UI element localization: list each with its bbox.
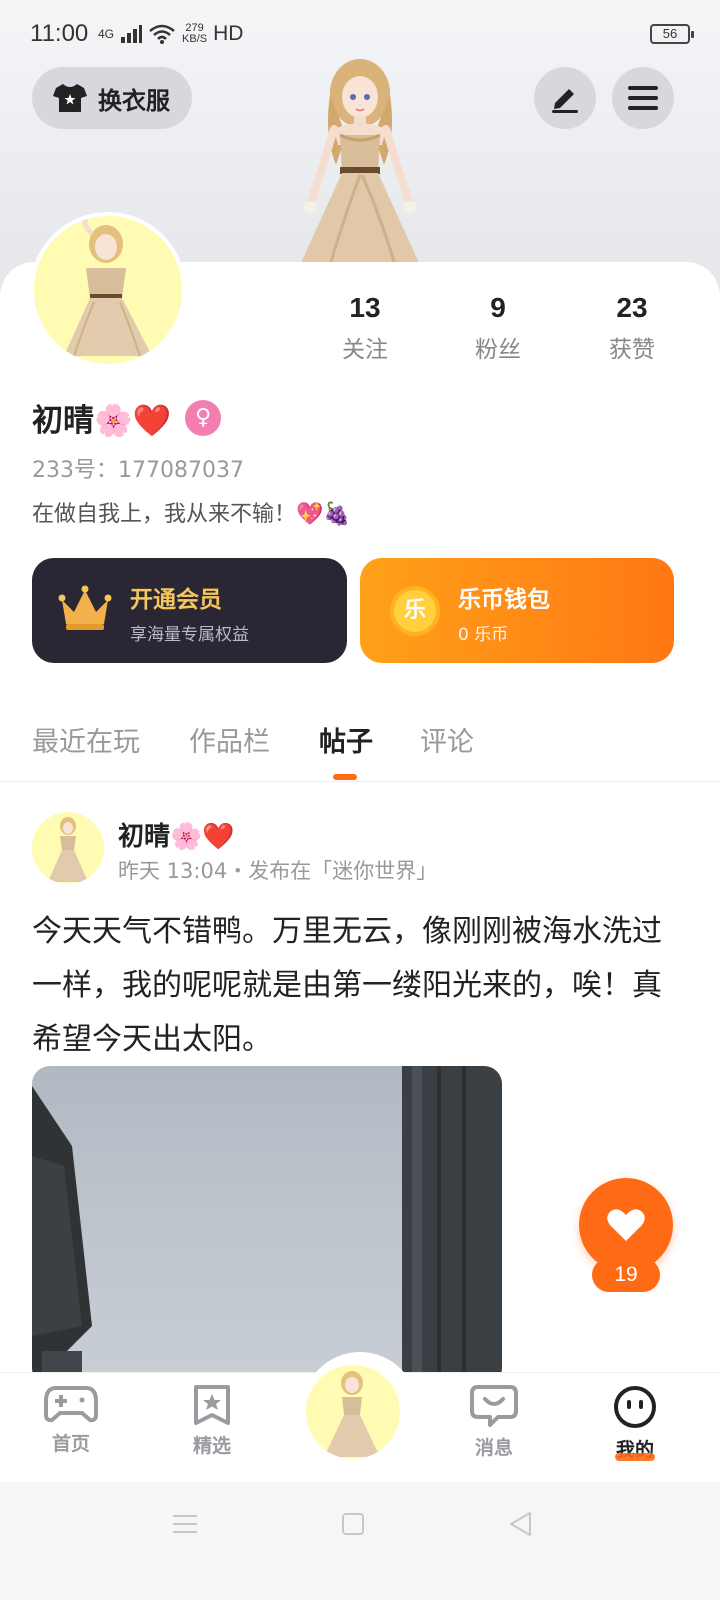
female-icon: ♀ <box>185 399 222 436</box>
face-icon <box>614 1386 656 1428</box>
wallet-subtitle: 0 乐币 <box>458 625 509 645</box>
profile-bio: 在做自我上，我从来不输！💖🍇 <box>32 502 351 527</box>
vip-subtitle: 享海量专属权益 <box>130 625 249 645</box>
post-meta: 昨天 13:04・发布在「迷你世界」 <box>118 859 438 883</box>
profile-name: 初晴🌸❤️ <box>32 403 172 439</box>
home-icon[interactable] <box>341 1512 365 1536</box>
back-icon[interactable] <box>508 1510 534 1538</box>
star-bookmark-icon <box>194 1385 230 1425</box>
menu-icon <box>628 86 658 110</box>
battery-icon: 56 <box>650 24 694 44</box>
post-image[interactable] <box>32 1066 502 1386</box>
status-bar: 11:00 4G 279 KB/S HD 56 <box>0 0 720 70</box>
menu-button[interactable] <box>612 67 674 129</box>
coin-icon: 乐 <box>390 586 440 636</box>
nav-home[interactable]: 首页 <box>26 1385 116 1456</box>
coin-wallet-card[interactable]: 乐 乐币钱包 0 乐币 <box>360 558 674 663</box>
post-author-avatar[interactable] <box>32 812 104 884</box>
profile-uid: 233号：177087037 <box>32 458 244 483</box>
stat-following-label: 关注 <box>342 337 388 363</box>
net-speed: 279 KB/S <box>182 23 207 45</box>
nav-featured-label: 精选 <box>192 1435 231 1457</box>
system-navigation-bar <box>0 1482 720 1600</box>
edit-profile-button[interactable] <box>534 67 596 129</box>
vip-membership-card[interactable]: 开通会员 享海量专属权益 <box>32 558 347 663</box>
stat-followers[interactable]: 9 粉丝 <box>443 292 553 364</box>
like-count: 19 <box>592 1258 660 1292</box>
stat-followers-label: 粉丝 <box>475 337 521 363</box>
status-icons: 4G 279 KB/S HD <box>98 22 243 46</box>
status-time: 11:00 <box>30 20 89 47</box>
tab-comments[interactable]: 评论 <box>420 720 474 759</box>
nav-active-indicator <box>615 1453 655 1461</box>
nav-avatar-button[interactable] <box>306 1365 400 1459</box>
vip-title: 开通会员 <box>130 587 222 613</box>
tab-works[interactable]: 作品栏 <box>189 720 270 759</box>
recent-apps-icon[interactable] <box>172 1512 198 1536</box>
wifi-icon <box>149 24 175 44</box>
post-content[interactable]: 今天天气不错鸭。万里无云，像刚刚被海水洗过一样，我的呢呢就是由第一缕阳光来的，唉… <box>32 905 682 1067</box>
profile-tabs: 最近在玩 作品栏 帖子 评论 <box>0 712 720 782</box>
stat-likes-label: 获赞 <box>609 337 655 363</box>
nav-messages-label: 消息 <box>474 1437 513 1459</box>
post-author-name[interactable]: 初晴🌸❤️ <box>118 816 235 853</box>
chat-bubble-icon <box>470 1385 518 1427</box>
stat-likes-count: 23 <box>616 292 648 323</box>
nav-home-label: 首页 <box>51 1433 90 1455</box>
avatar-image <box>324 1371 380 1457</box>
profile-name-row: 初晴🌸❤️ ♀ <box>32 395 222 440</box>
change-outfit-label: 换衣服 <box>98 86 170 115</box>
crown-icon <box>58 585 112 630</box>
profile-avatar[interactable] <box>30 212 186 368</box>
tab-recently-played[interactable]: 最近在玩 <box>32 720 140 759</box>
stat-followers-count: 9 <box>490 292 506 323</box>
wallet-title: 乐币钱包 <box>458 587 550 613</box>
nav-me[interactable]: 我的 <box>590 1385 680 1462</box>
nav-messages[interactable]: 消息 <box>449 1385 539 1460</box>
network-type: 4G <box>98 26 115 41</box>
shirt-icon <box>53 84 87 112</box>
stat-following-count: 13 <box>349 292 381 323</box>
hd-indicator: HD <box>213 22 244 45</box>
change-outfit-button[interactable]: 换衣服 <box>32 67 192 129</box>
avatar-image <box>64 216 152 357</box>
heart-icon <box>607 1209 645 1241</box>
stat-likes[interactable]: 23 获赞 <box>577 292 687 364</box>
stat-following[interactable]: 13 关注 <box>310 292 420 364</box>
avatar-3d-figure <box>300 59 420 265</box>
tab-posts[interactable]: 帖子 <box>319 720 373 759</box>
coin-char: 乐 <box>403 598 426 623</box>
net-speed-unit: KB/S <box>182 33 208 45</box>
sky-buildings-photo <box>32 1066 502 1386</box>
avatar-image <box>48 817 88 882</box>
pencil-icon <box>552 89 578 113</box>
gamepad-icon <box>44 1386 98 1423</box>
nav-featured[interactable]: 精选 <box>167 1385 257 1458</box>
signal-icon <box>121 25 143 43</box>
active-tab-indicator <box>333 774 357 780</box>
